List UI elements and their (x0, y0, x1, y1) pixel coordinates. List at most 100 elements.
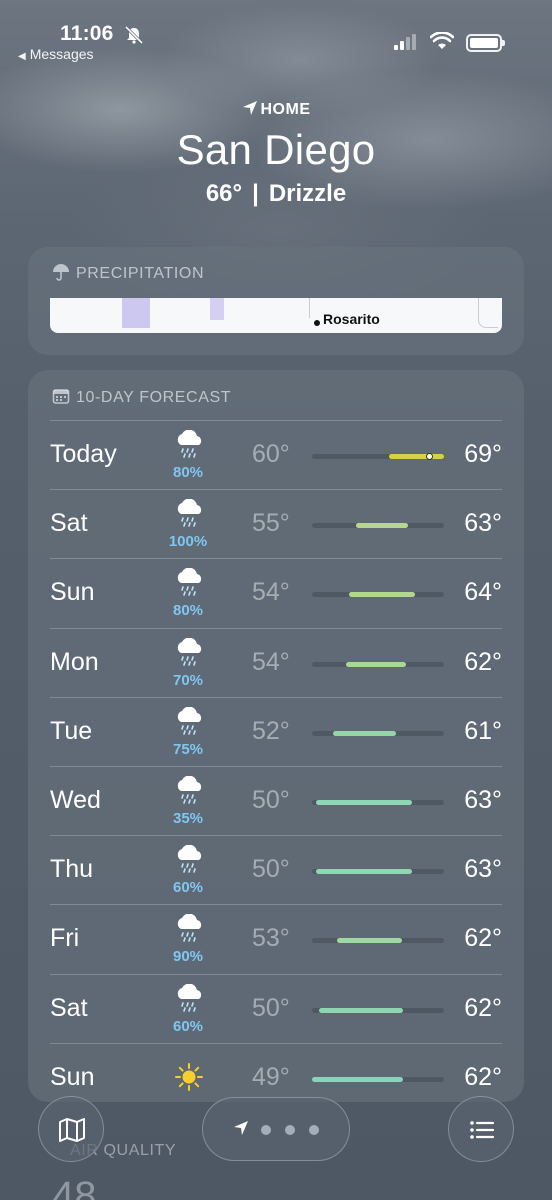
map-button[interactable] (38, 1096, 104, 1162)
page-dot[interactable] (261, 1125, 271, 1135)
forecast-day: Today (50, 440, 117, 468)
cloud-rain-icon (177, 706, 202, 735)
high-temp: 64° (464, 578, 502, 607)
row-divider (50, 835, 502, 837)
forecast-row[interactable]: Mon 70% 54° 62° (50, 627, 502, 697)
current-conditions: 66° | Drizzle (0, 180, 552, 208)
precip-chance: 75% (172, 740, 204, 758)
current-temp: 66° (205, 180, 243, 207)
precip-chance: 70% (172, 671, 204, 689)
forecast-day: Fri (50, 924, 80, 953)
precip-chance: 90% (172, 948, 204, 966)
low-temp: 53° (252, 924, 290, 953)
low-temp: 50° (252, 993, 290, 1022)
row-divider (50, 973, 502, 975)
forecast-day: Sat (50, 509, 88, 538)
forecast-row[interactable]: Thu 60% 50° 63° (50, 835, 502, 904)
calendar-icon (52, 389, 70, 404)
location-label: HOME (0, 100, 552, 119)
forecast-row[interactable]: Wed 35% 50° 63° (50, 766, 502, 835)
cloud-rain-icon (177, 983, 202, 1012)
forecast-day: Wed (50, 786, 101, 814)
low-temp: 50° (252, 786, 290, 814)
temp-range-track (312, 523, 444, 529)
cloud-rain-icon (177, 776, 202, 804)
condition-text: Drizzle (268, 180, 347, 207)
temp-range-track (312, 592, 444, 598)
conditions-divider: | (252, 180, 259, 207)
temp-range-track (312, 661, 444, 667)
location-arrow-icon (234, 1121, 248, 1135)
cloud-rain-icon (177, 914, 202, 943)
row-divider (50, 696, 502, 698)
precip-chance: 60% (172, 1017, 204, 1035)
row-divider (50, 627, 502, 629)
cloud-rain-icon (177, 568, 202, 597)
cloud-rain-icon (177, 845, 202, 873)
current-temp-marker (426, 453, 433, 460)
temp-range-bar (316, 800, 413, 805)
forecast-row[interactable]: Sun 80% 54° 64° (50, 558, 502, 627)
map-place-label: Rosarito (323, 311, 380, 327)
high-temp: 62° (464, 924, 502, 953)
forecast-day: Thu (50, 855, 94, 884)
precip-chance: 80% (172, 464, 204, 481)
high-temp: 63° (464, 855, 502, 884)
temp-range-bar (355, 523, 409, 529)
list-icon (470, 1121, 495, 1139)
precip-chance: 80% (172, 602, 204, 620)
status-bar: 11:06 ◀ Messages (0, 0, 552, 70)
high-temp: 61° (464, 716, 502, 745)
temp-range-bar (349, 592, 415, 598)
precip-chance: 35% (172, 810, 204, 827)
battery-icon (466, 34, 505, 52)
high-temp: 63° (464, 786, 502, 814)
low-temp: 54° (252, 647, 290, 676)
location-arrow-icon (242, 101, 257, 115)
ten-day-forecast-card[interactable]: 10-DAY FORECAST Today 80% 60° 69° Sat 100% 55°… (28, 370, 524, 1102)
temp-range-track (312, 1076, 444, 1082)
precipitation-map[interactable]: Rosarito (50, 298, 502, 333)
back-arrow-icon: ◀ (18, 51, 26, 62)
map-icon (59, 1118, 85, 1142)
high-temp: 63° (464, 509, 502, 538)
forecast-day: Sat (50, 993, 88, 1022)
air-quality-value: 48 (52, 1174, 97, 1200)
row-divider (50, 558, 502, 560)
city-list-button[interactable] (448, 1096, 514, 1162)
forecast-row[interactable]: Today 80% 60° 69° (50, 420, 502, 489)
map-coastline (478, 298, 498, 328)
back-to-messages[interactable]: ◀ Messages (18, 46, 94, 62)
map-coastline (300, 298, 310, 318)
forecast-row[interactable]: Tue 75% 52° 61° (50, 696, 502, 766)
location-pager[interactable] (202, 1097, 350, 1161)
high-temp: 69° (464, 440, 502, 468)
low-temp: 60° (252, 440, 290, 468)
temp-range-track (312, 869, 444, 875)
temp-range-track (312, 730, 444, 736)
radar-overlay (122, 298, 150, 328)
precip-chance: 60% (172, 879, 204, 897)
forecast-row[interactable]: Sat 60% 50° 62° (50, 973, 502, 1043)
temp-range-track (312, 453, 444, 460)
precipitation-card[interactable]: PRECIPITATION Rosarito (28, 247, 524, 355)
cloud-rain-icon (177, 499, 202, 527)
temp-range-bar (346, 661, 406, 667)
city-name: San Diego (176, 126, 376, 173)
temp-range-bar (337, 938, 402, 944)
forecast-row[interactable]: Fri 90% 53° 62° (50, 904, 502, 973)
umbrella-icon (53, 264, 69, 281)
precipitation-title: PRECIPITATION (52, 263, 204, 283)
page-dot[interactable] (285, 1125, 295, 1135)
low-temp: 54° (252, 578, 290, 607)
row-divider (50, 904, 502, 906)
forecast-row[interactable]: Sat 100% 55° 63° (50, 489, 502, 558)
temp-range-track (312, 1007, 444, 1013)
location-home-text: HOME (260, 101, 311, 118)
row-divider (50, 1042, 502, 1044)
page-dot[interactable] (309, 1125, 319, 1135)
temp-range-track (312, 800, 444, 805)
temp-range-bar (388, 454, 444, 459)
precipitation-title-text: PRECIPITATION (76, 265, 205, 282)
low-temp: 52° (252, 716, 290, 745)
